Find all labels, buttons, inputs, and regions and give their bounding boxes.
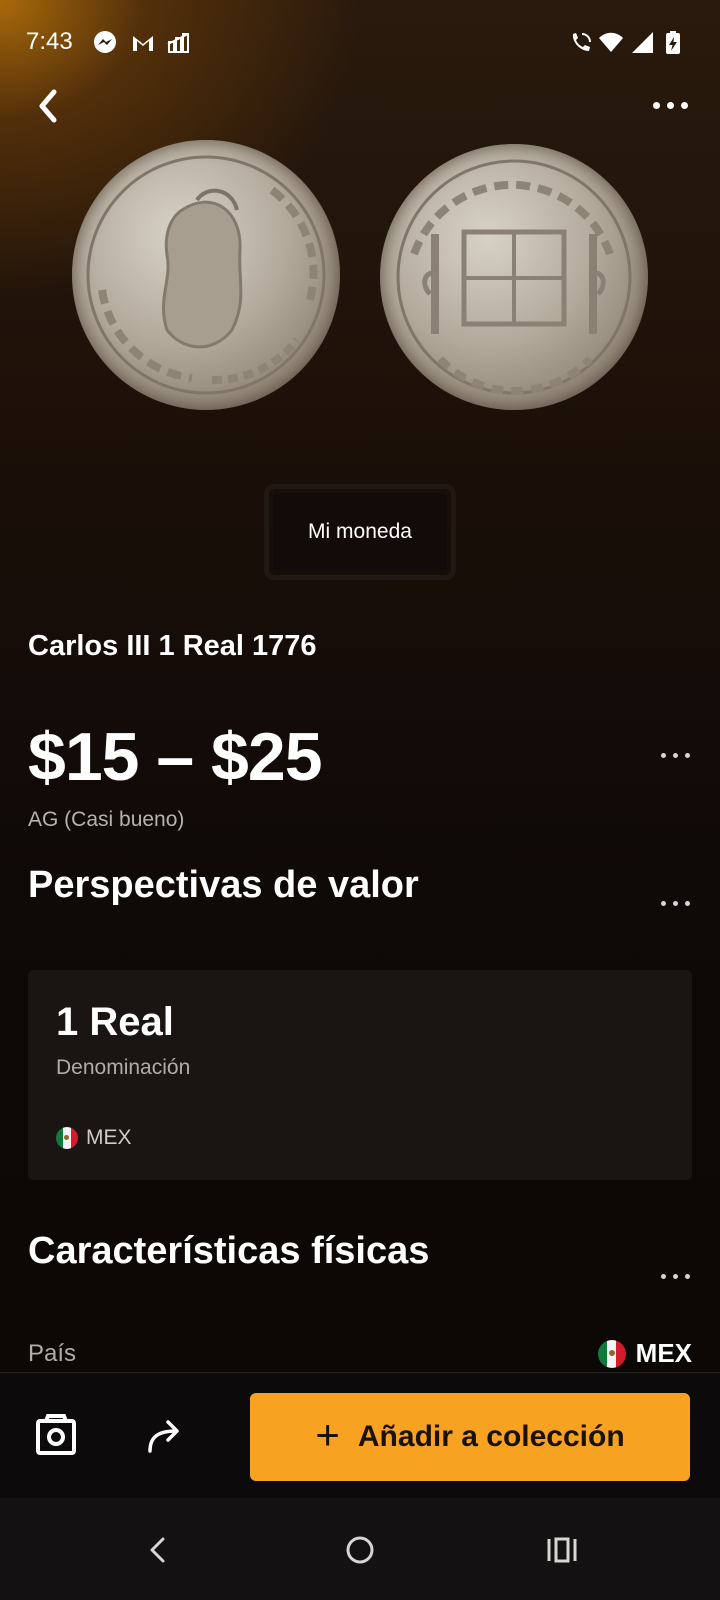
nav-recents-button[interactable] — [538, 1526, 586, 1574]
mexico-flag-icon — [597, 1339, 626, 1368]
notification-app-icon — [167, 33, 189, 53]
more-horizontal-icon — [644, 90, 696, 120]
share-button[interactable] — [136, 1407, 192, 1463]
coin-reverse-image[interactable] — [380, 144, 648, 410]
camera-icon — [36, 1414, 76, 1455]
property-value-text: MEX — [635, 1338, 692, 1368]
card-country: MEX — [56, 1126, 132, 1150]
coin-reverse-photo — [396, 159, 632, 395]
nav-back-icon — [150, 1537, 165, 1563]
physical-characteristics-more-button[interactable] — [650, 1263, 700, 1289]
coin-grade: AG (Casi bueno) — [28, 808, 185, 831]
more-horizontal-icon — [650, 890, 700, 916]
price-range: $15 – $25 — [28, 719, 323, 795]
card-country-code: MEX — [86, 1126, 132, 1149]
plus-icon: + — [315, 1411, 340, 1458]
value-insights-more-button[interactable] — [650, 890, 700, 916]
nav-home-button[interactable] — [336, 1526, 384, 1574]
messenger-icon — [94, 31, 116, 53]
status-bar: 7:43 — [0, 0, 720, 88]
more-horizontal-icon — [650, 1263, 700, 1289]
denomination-card[interactable]: 1 Real Denominación MEX — [28, 970, 692, 1180]
status-time: 7:43 — [26, 28, 73, 55]
more-options-button[interactable] — [644, 90, 696, 120]
mexico-flag-icon — [56, 1127, 78, 1149]
physical-characteristics-title: Características físicas — [28, 1230, 430, 1272]
property-label: País — [28, 1340, 77, 1367]
nav-back-button[interactable] — [134, 1526, 182, 1574]
camera-button[interactable] — [28, 1407, 84, 1463]
add-to-collection-button[interactable]: + Añadir a colección — [250, 1393, 690, 1481]
price-more-button[interactable] — [650, 742, 700, 768]
chevron-left-icon — [39, 89, 57, 123]
coin-title: Carlos III 1 Real 1776 — [28, 630, 317, 662]
share-icon — [148, 1420, 179, 1453]
coin-obverse-photo — [86, 155, 326, 395]
back-button[interactable] — [30, 84, 70, 128]
denomination-value: 1 Real — [56, 1000, 174, 1044]
signal-icon — [632, 32, 653, 53]
my-coin-badge[interactable]: Mi moneda — [273, 493, 447, 571]
nav-recents-icon — [547, 1537, 577, 1563]
property-value: MEX — [597, 1338, 692, 1369]
property-row-country: País MEX — [28, 1336, 692, 1372]
gmail-icon — [133, 36, 153, 51]
wifi-icon — [599, 32, 623, 52]
more-horizontal-icon — [650, 742, 700, 768]
system-navigation-bar — [0, 1498, 720, 1600]
my-coin-badge-frame: Mi moneda — [264, 484, 456, 580]
add-to-collection-label: Añadir a colección — [357, 1420, 625, 1453]
wifi-calling-icon — [572, 33, 591, 51]
bottom-action-bar: + Añadir a colección — [0, 1372, 720, 1498]
coin-obverse-image[interactable] — [72, 140, 340, 410]
value-insights-title: Perspectivas de valor — [28, 864, 419, 906]
denomination-label: Denominación — [56, 1056, 191, 1079]
battery-charging-icon — [666, 31, 680, 54]
nav-home-icon — [346, 1536, 374, 1564]
